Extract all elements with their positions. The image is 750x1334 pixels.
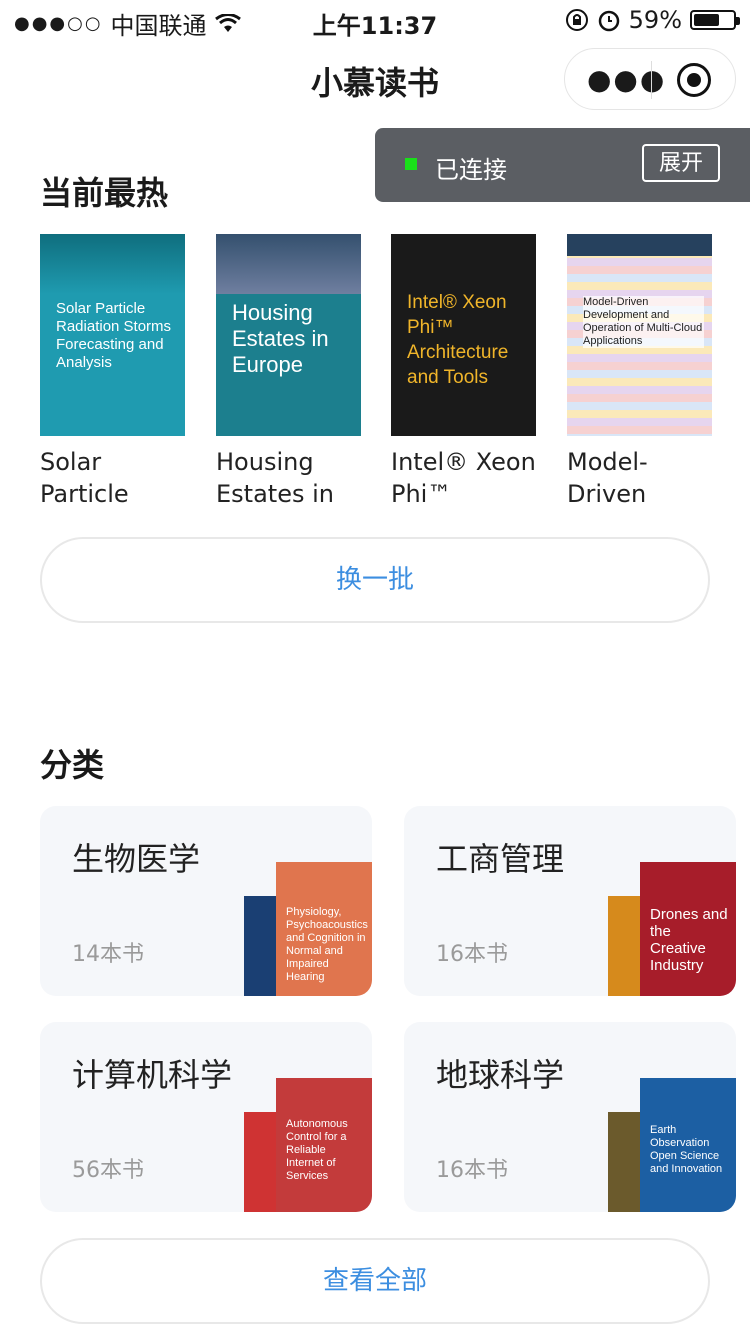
- capsule-divider: [651, 61, 652, 99]
- expand-button[interactable]: 展开: [642, 144, 720, 182]
- book-cover-front: Earth Observation Open Science and Innov…: [640, 1078, 736, 1212]
- status-right: 59%: [565, 6, 740, 34]
- connection-status: 已连接: [435, 156, 507, 184]
- book-title-line: Phi™: [391, 480, 452, 508]
- cover-title: Model-Driven Development and Operation o…: [583, 296, 704, 348]
- mini-program-capsule: ●●●: [564, 48, 736, 110]
- connected-indicator-icon: [405, 158, 417, 170]
- status-bar: ●●●○○ 中国联通 上午11:37 59%: [0, 0, 750, 42]
- category-card-earth-science[interactable]: 地球科学 16本书 Earth Observation Open Science…: [404, 1022, 736, 1212]
- category-name: 地球科学: [436, 1056, 565, 1094]
- book-cover[interactable]: Model-Driven Development and Operation o…: [567, 234, 712, 436]
- book-cover[interactable]: Intel® Xeon Phi™ Architecture and Tools: [391, 234, 536, 436]
- book-cover[interactable]: Housing Estates in Europe: [216, 234, 361, 436]
- category-name: 生物医学: [72, 840, 201, 878]
- category-count: 16本书: [436, 942, 508, 967]
- cover-title: Solar Particle Radiation Storms Forecast…: [56, 300, 172, 371]
- book-title-line: Estates in: [216, 480, 334, 508]
- alarm-clock-icon: [598, 10, 619, 32]
- book-item[interactable]: Solar Particle Radiation Storms Forecast…: [40, 234, 185, 510]
- cover-title: Drones and the Creative Industry: [650, 906, 728, 974]
- book-title-line: Intel® Xeon: [391, 448, 536, 476]
- category-count: 14本书: [72, 942, 144, 967]
- book-title-line: Particle: [40, 480, 129, 508]
- cover-title: Physiology, Psychoacoustics and Cognitio…: [286, 906, 368, 983]
- book-item[interactable]: Intel® Xeon Phi™ Architecture and Tools …: [391, 234, 536, 510]
- refresh-button[interactable]: 换一批: [40, 537, 710, 623]
- category-card-computer-science[interactable]: 计算机科学 56本书 Autonomous Control for a Reli…: [40, 1022, 372, 1212]
- book-title-line: Housing: [216, 448, 314, 476]
- view-all-button[interactable]: 查看全部: [40, 1238, 710, 1324]
- connection-toast: 已连接 展开: [375, 128, 750, 202]
- book-title-line: Driven: [567, 480, 647, 508]
- category-name: 工商管理: [436, 840, 565, 878]
- book-title-line: Model-: [567, 448, 648, 476]
- cover-title: Housing Estates in Europe: [232, 300, 329, 377]
- book-item[interactable]: Housing Estates in Europe Housing Estate…: [216, 234, 361, 510]
- hot-heading: 当前最热: [40, 174, 169, 212]
- category-count: 56本书: [72, 1158, 144, 1183]
- category-name: 计算机科学: [72, 1056, 233, 1094]
- category-card-biomedicine[interactable]: 生物医学 14本书 Physiology, Psychoacoustics an…: [40, 806, 372, 996]
- category-count: 16本书: [436, 1158, 508, 1183]
- book-item[interactable]: Model-Driven Development and Operation o…: [567, 234, 712, 510]
- battery-percent: 59%: [628, 6, 682, 34]
- book-cover[interactable]: Solar Particle Radiation Storms Forecast…: [40, 234, 185, 436]
- book-cover-front: Drones and the Creative Industry: [640, 862, 736, 996]
- cover-title: Autonomous Control for a Reliable Intern…: [286, 1118, 348, 1182]
- target-circle-icon[interactable]: [677, 63, 711, 97]
- more-dots-icon[interactable]: ●●●: [587, 63, 666, 96]
- book-title-line: Solar: [40, 448, 102, 476]
- category-card-business[interactable]: 工商管理 16本书 Drones and the Creative Indust…: [404, 806, 736, 996]
- cover-title: Intel® Xeon Phi™ Architecture and Tools: [407, 292, 509, 388]
- cover-title: Earth Observation Open Science and Innov…: [650, 1124, 723, 1175]
- category-heading: 分类: [40, 746, 105, 784]
- rotation-lock-icon: [565, 9, 588, 31]
- book-cover-front: Physiology, Psychoacoustics and Cognitio…: [276, 862, 372, 996]
- book-cover-front: Autonomous Control for a Reliable Intern…: [276, 1078, 372, 1212]
- hot-book-list: Solar Particle Radiation Storms Forecast…: [40, 234, 720, 514]
- battery-icon: [690, 10, 740, 30]
